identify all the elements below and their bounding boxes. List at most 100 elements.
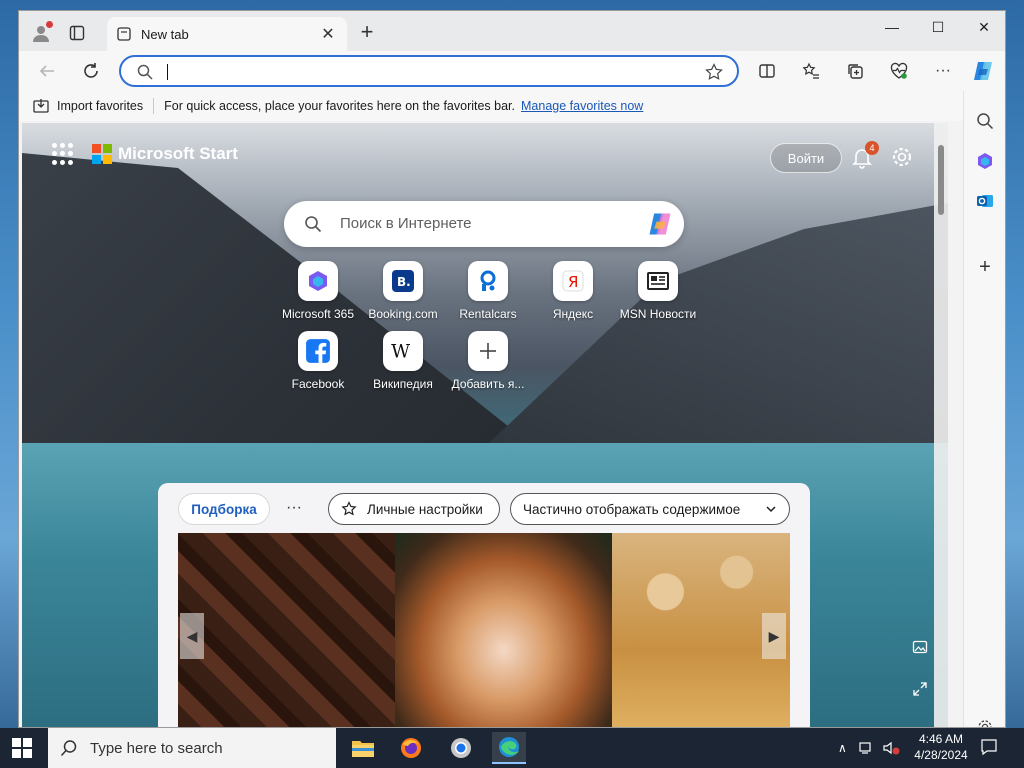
split-screen-button[interactable] [753, 57, 781, 85]
edge-sidebar: + [963, 91, 1005, 727]
taskbar-file-explorer[interactable] [346, 732, 380, 764]
system-clock[interactable]: 4:46 AM 4/28/2024 [906, 731, 976, 763]
profile-button[interactable] [27, 19, 55, 47]
web-search-box[interactable]: Поиск в Интернете [284, 201, 684, 247]
show-hidden-icons-button[interactable]: ∧ [838, 741, 847, 755]
settings-more-button[interactable]: ··· [929, 57, 957, 85]
scrollbar-thumb[interactable] [938, 145, 944, 215]
sidebar-search-button[interactable] [971, 107, 999, 135]
address-bar[interactable] [119, 55, 739, 87]
microsoft-365-icon [978, 153, 992, 169]
wikipedia-icon: W [391, 342, 410, 363]
start-header: Microsoft Start [52, 143, 238, 165]
plus-icon: + [979, 255, 991, 278]
import-favorites-link[interactable]: Import favorites [57, 99, 143, 113]
minimize-button[interactable]: — [869, 11, 915, 43]
taskbar-edge[interactable] [492, 732, 526, 764]
booking-icon: B. [392, 270, 414, 292]
notifications-button[interactable]: 4 [850, 141, 879, 171]
tab-title: New tab [141, 26, 189, 42]
new-tab-page: Microsoft Start Войти 4 Поиск в Интернет… [22, 123, 948, 727]
page-settings-button[interactable] [890, 145, 916, 171]
taskbar-search-placeholder: Type here to search [90, 739, 223, 757]
sidebar-add-button[interactable]: + [971, 253, 999, 281]
action-center-button[interactable] [980, 738, 1000, 758]
collections-button[interactable] [841, 57, 869, 85]
taskbar-chrome[interactable] [444, 732, 478, 764]
quick-link-yandex[interactable]: Я Яндекс [531, 261, 615, 327]
background-image-button[interactable] [910, 637, 930, 657]
refresh-button[interactable] [77, 57, 105, 85]
more-dots-icon: ··· [935, 62, 951, 79]
quick-link-facebook[interactable]: Facebook [276, 331, 360, 397]
page-scrollbar[interactable] [934, 123, 948, 727]
title-bar: New tab ✕ + — ☐ ✕ [19, 11, 1005, 51]
sign-in-button[interactable]: Войти [770, 143, 842, 173]
rentalcars-icon [480, 270, 496, 291]
quick-link-microsoft-365[interactable]: Microsoft 365 [276, 261, 360, 327]
network-icon[interactable] [859, 741, 875, 755]
firefox-icon [401, 738, 421, 758]
gear-icon [978, 720, 992, 727]
image-icon [912, 640, 928, 654]
notification-badge: 4 [865, 141, 879, 155]
quick-link-booking[interactable]: B. Booking.com [361, 261, 445, 327]
browser-essentials-button[interactable] [885, 57, 913, 85]
text-caret [167, 64, 168, 80]
chrome-icon [451, 738, 471, 758]
sidebar-outlook-button[interactable] [971, 187, 999, 215]
system-tray: ∧ [838, 728, 901, 768]
content-visibility-dropdown[interactable]: Частично отображать содержимое [510, 493, 790, 525]
brand-title[interactable]: Microsoft Start [118, 144, 238, 164]
sidebar-settings-button[interactable] [971, 713, 999, 727]
facebook-icon [306, 339, 330, 363]
favorites-divider [153, 98, 155, 114]
copilot-button[interactable] [969, 57, 997, 85]
chevron-down-icon [766, 506, 776, 513]
taskbar-firefox[interactable] [394, 732, 428, 764]
search-icon [305, 216, 322, 233]
edge-icon [499, 737, 519, 757]
plus-icon [480, 343, 496, 359]
favorite-star-icon[interactable] [705, 63, 723, 81]
profile-status-dot [46, 21, 53, 28]
chocolate-image[interactable] [178, 533, 395, 727]
close-window-button[interactable]: ✕ [961, 11, 1005, 43]
close-tab-icon[interactable]: ✕ [319, 24, 337, 44]
featured-images-carousel[interactable] [178, 533, 790, 727]
new-tab-button[interactable]: + [355, 21, 379, 45]
yandex-icon: Я [562, 270, 584, 292]
clock-date: 4/28/2024 [914, 748, 968, 762]
microsoft-365-icon [309, 271, 327, 291]
personalize-button[interactable]: Личные настройки [328, 493, 500, 525]
taskbar-search[interactable]: Type here to search [48, 728, 336, 768]
quick-link-wikipedia[interactable]: W Википедия [361, 331, 445, 397]
copilot-icon[interactable] [646, 210, 674, 238]
back-button[interactable] [33, 57, 61, 85]
sidebar-copilot-button[interactable] [971, 147, 999, 175]
quick-link-add-site[interactable]: Добавить я... [446, 331, 530, 397]
tab-new-tab[interactable]: New tab ✕ [107, 17, 347, 51]
start-button[interactable] [12, 738, 32, 758]
windows-taskbar: Type here to search ∧ 4:46 AM 4/28/2024 [0, 728, 1024, 768]
expand-view-button[interactable] [910, 679, 930, 699]
quick-link-rentalcars[interactable]: Rentalcars [446, 261, 530, 327]
carousel-prev-button[interactable]: ◀ [180, 613, 204, 659]
tab-my-feed[interactable]: Подборка [178, 493, 270, 525]
split-screen-icon [759, 64, 775, 78]
feed-more-button[interactable]: ··· [286, 499, 302, 517]
volume-muted-icon[interactable] [883, 741, 901, 755]
new-tab-page-icon [117, 27, 131, 41]
maximize-button[interactable]: ☐ [915, 11, 961, 43]
tab-actions-button[interactable] [65, 21, 89, 45]
address-input[interactable] [171, 60, 651, 82]
roast-turkey-image[interactable] [395, 533, 612, 727]
expand-icon [913, 682, 927, 696]
manage-favorites-link[interactable]: Manage favorites now [521, 99, 643, 113]
app-launcher-icon[interactable] [52, 143, 74, 165]
quick-link-msn-news[interactable]: MSN Новости [616, 261, 700, 327]
favorites-list-icon [802, 62, 819, 79]
carousel-next-button[interactable]: ▶ [762, 613, 786, 659]
favorites-button[interactable] [797, 57, 825, 85]
copilot-icon [974, 62, 992, 80]
